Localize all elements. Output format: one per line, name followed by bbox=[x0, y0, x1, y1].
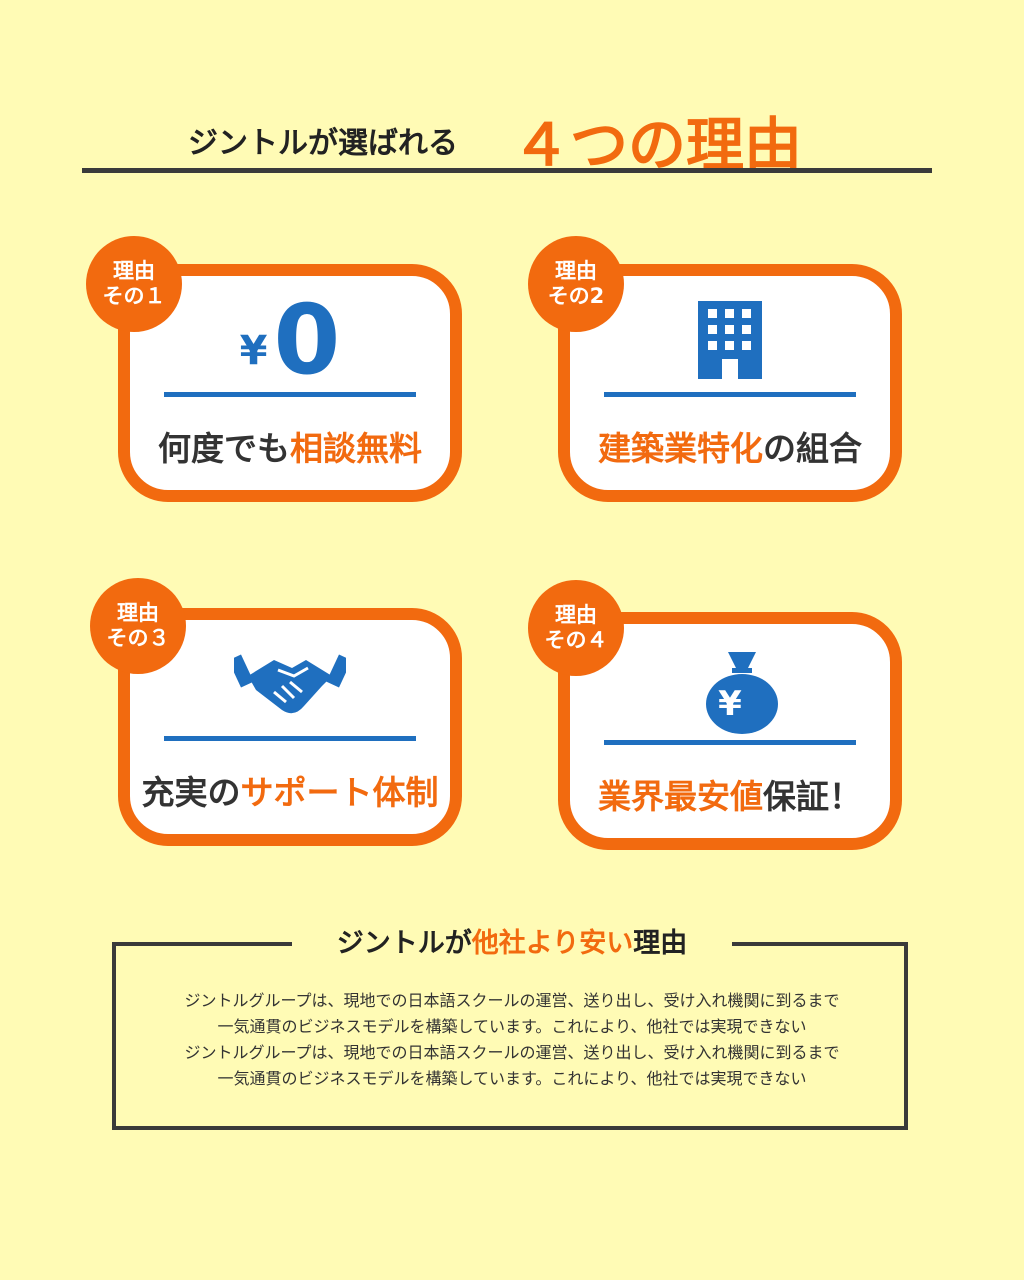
reason-4-caption-highlight: 業界最安値 bbox=[598, 777, 763, 816]
handshake-icon bbox=[130, 640, 450, 728]
reason-4-badge: 理由 その４ bbox=[528, 580, 624, 676]
yen-zero-icon: ¥ 0 bbox=[130, 284, 450, 396]
reason-3-caption: 充実のサポート体制 bbox=[130, 766, 450, 814]
reason-2-badge-line1: 理由 bbox=[555, 259, 597, 283]
reason-4-badge-line2: その４ bbox=[544, 628, 608, 652]
reason-3-badge-line1: 理由 bbox=[117, 601, 159, 625]
reason-4-caption-tail: 保証！ bbox=[763, 777, 862, 816]
reason-1-caption-highlight: 相談無料 bbox=[290, 429, 422, 468]
bottom-title-highlight: 他社より安い bbox=[471, 928, 634, 959]
reason-4-caption: 業界最安値保証！ bbox=[570, 770, 890, 818]
bottom-line: ジントルグループは、現地での日本語スクールの運営、送り出し、受け入れ機関に到るま… bbox=[184, 1043, 840, 1062]
money-bag-icon: ¥ bbox=[570, 644, 890, 734]
bottom-title-tail: 理由 bbox=[633, 928, 688, 959]
reason-1-badge-line2: その１ bbox=[102, 284, 166, 308]
zero-value: 0 bbox=[273, 284, 341, 396]
reason-3-caption-plain: 充実の bbox=[141, 773, 241, 812]
bottom-title: ジントルが他社より安い理由 bbox=[292, 922, 732, 966]
building-icon bbox=[570, 296, 890, 384]
reason-4-badge-line1: 理由 bbox=[555, 603, 597, 627]
reason-2-badge: 理由 その2 bbox=[528, 236, 624, 332]
reason-2-badge-line2: その2 bbox=[547, 284, 605, 308]
reason-3-badge-line2: その３ bbox=[106, 626, 170, 650]
reason-1-caption-plain: 何度でも bbox=[158, 429, 290, 468]
reason-4-divider bbox=[604, 740, 856, 745]
bottom-line: 一気通貫のビジネスモデルを構築しています。これにより、他社では実現できない bbox=[217, 1017, 807, 1036]
bottom-title-plain: ジントルが bbox=[336, 928, 472, 959]
bottom-line: ジントルグループは、現地での日本語スクールの運営、送り出し、受け入れ機関に到るま… bbox=[184, 991, 840, 1010]
bottom-line: 一気通貫のビジネスモデルを構築しています。これにより、他社では実現できない bbox=[217, 1069, 807, 1088]
yen-symbol: ¥ bbox=[239, 328, 268, 374]
reason-3-badge: 理由 その３ bbox=[90, 578, 186, 674]
reason-1-badge-line1: 理由 bbox=[113, 259, 155, 283]
reason-2-caption: 建築業特化の組合 bbox=[570, 422, 890, 470]
reason-3-caption-highlight: サポート体制 bbox=[240, 773, 439, 812]
reason-1-divider bbox=[164, 392, 416, 397]
reason-3-divider bbox=[164, 736, 416, 741]
reason-2-divider bbox=[604, 392, 856, 397]
reason-1-caption: 何度でも相談無料 bbox=[130, 422, 450, 470]
header-subtitle: ジントルが選ばれる bbox=[188, 126, 458, 161]
reason-2-caption-highlight: 建築業特化 bbox=[598, 429, 763, 468]
reason-2-caption-tail: の組合 bbox=[763, 429, 862, 468]
bottom-description: ジントルグループは、現地での日本語スクールの運営、送り出し、受け入れ機関に到るま… bbox=[120, 988, 904, 1092]
header: ジントルが選ばれる ４つの理由 bbox=[0, 92, 1024, 179]
header-divider bbox=[82, 168, 932, 173]
money-bag-yen: ¥ bbox=[718, 684, 742, 724]
reason-1-badge: 理由 その１ bbox=[86, 236, 182, 332]
